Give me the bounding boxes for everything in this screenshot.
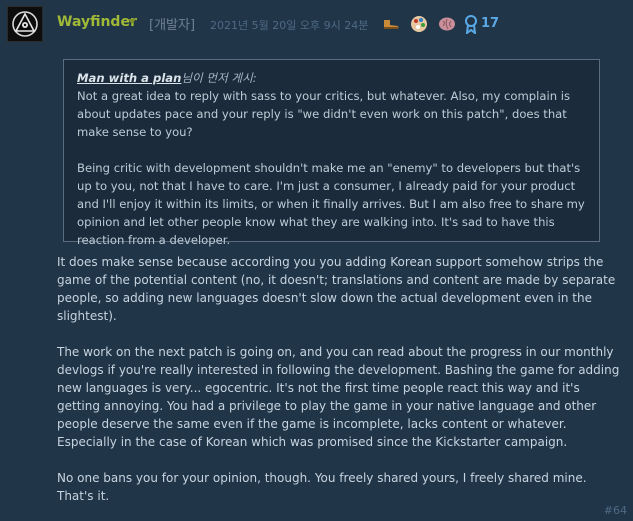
post-number-link[interactable]: #64 bbox=[604, 504, 627, 517]
developer-role-tag: [개발자] bbox=[149, 18, 196, 33]
chevron-down-icon[interactable] bbox=[128, 19, 136, 24]
award-ribbon-icon[interactable] bbox=[461, 14, 481, 34]
brain-icon[interactable] bbox=[437, 14, 457, 34]
body-paragraph: No one bans you for your opinion, though… bbox=[57, 471, 587, 503]
quote-paragraph: Being critic with development shouldn't … bbox=[77, 161, 585, 247]
body-paragraph: The work on the next patch is going on, … bbox=[57, 345, 620, 449]
post-header: Wayfinder [개발자] 2021년 5월 20일 오후 9시 24분 1… bbox=[0, 0, 633, 50]
post-body: It does make sense because according you… bbox=[57, 253, 622, 505]
avatar[interactable] bbox=[7, 6, 43, 42]
award-count[interactable]: 17 bbox=[481, 16, 499, 31]
quote-attribution: Man with a plan님이 먼저 게시: bbox=[77, 69, 587, 87]
body-paragraph: It does make sense because according you… bbox=[57, 255, 616, 323]
post-timestamp: 2021년 5월 20일 오후 9시 24분 bbox=[210, 19, 369, 32]
quoted-post: Man with a plan님이 먼저 게시: Not a great ide… bbox=[63, 59, 600, 247]
author-name[interactable]: Wayfinder bbox=[57, 14, 137, 30]
boot-icon[interactable] bbox=[381, 14, 401, 34]
quote-paragraph: Not a great idea to reply with sass to y… bbox=[77, 89, 570, 139]
palette-icon[interactable] bbox=[409, 14, 429, 34]
avatar-emblem-icon bbox=[12, 11, 38, 37]
quote-author-link[interactable]: Man with a plan bbox=[77, 71, 181, 85]
quote-attribution-suffix: 님이 먼저 게시: bbox=[181, 71, 257, 85]
